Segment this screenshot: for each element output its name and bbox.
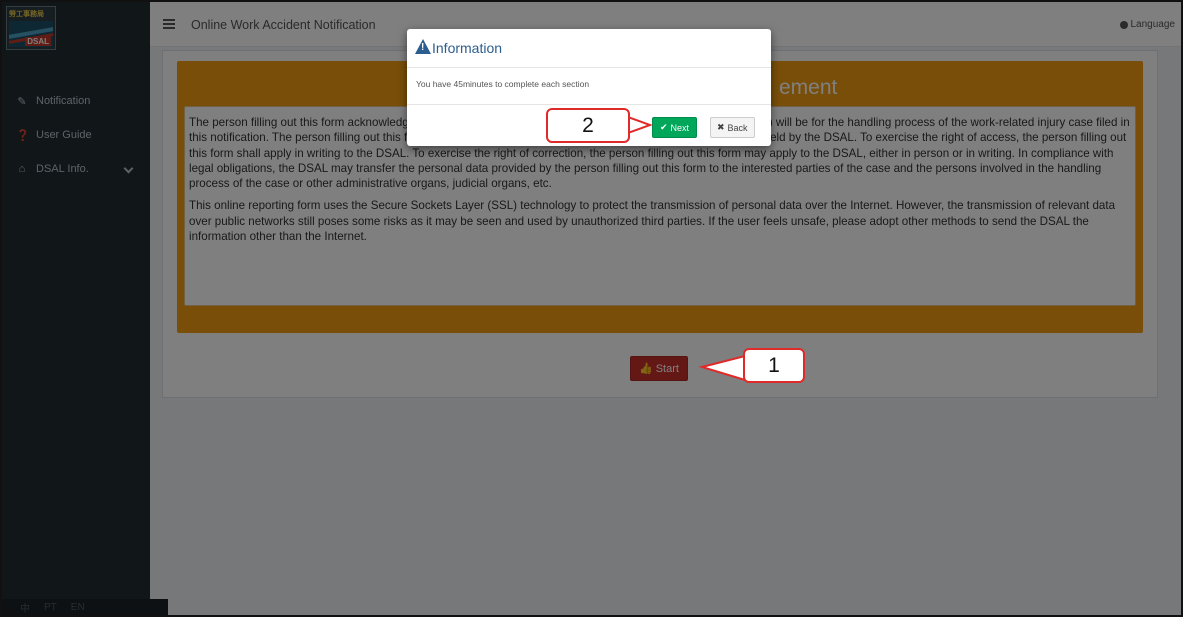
back-button-label: Back bbox=[727, 122, 748, 133]
dialog-message: You have 45minutes to complete each sect… bbox=[416, 79, 590, 89]
next-button[interactable]: ✔ Next bbox=[652, 117, 698, 138]
warning-icon: ! bbox=[415, 39, 431, 54]
callout-2: 2 bbox=[546, 108, 630, 143]
back-button[interactable]: ✖ Back bbox=[710, 117, 755, 138]
dialog-header: ! Information bbox=[407, 29, 771, 68]
next-button-label: Next bbox=[670, 122, 690, 133]
check-icon: ✔ bbox=[660, 122, 668, 132]
callout-1: 1 bbox=[743, 348, 805, 383]
close-icon: ✖ bbox=[717, 122, 725, 132]
dialog-title: Information bbox=[432, 40, 503, 56]
screenshot-frame: 勞工事務局 DSAL ✎ Notification ❓ User Guide ⌂… bbox=[0, 0, 1183, 617]
